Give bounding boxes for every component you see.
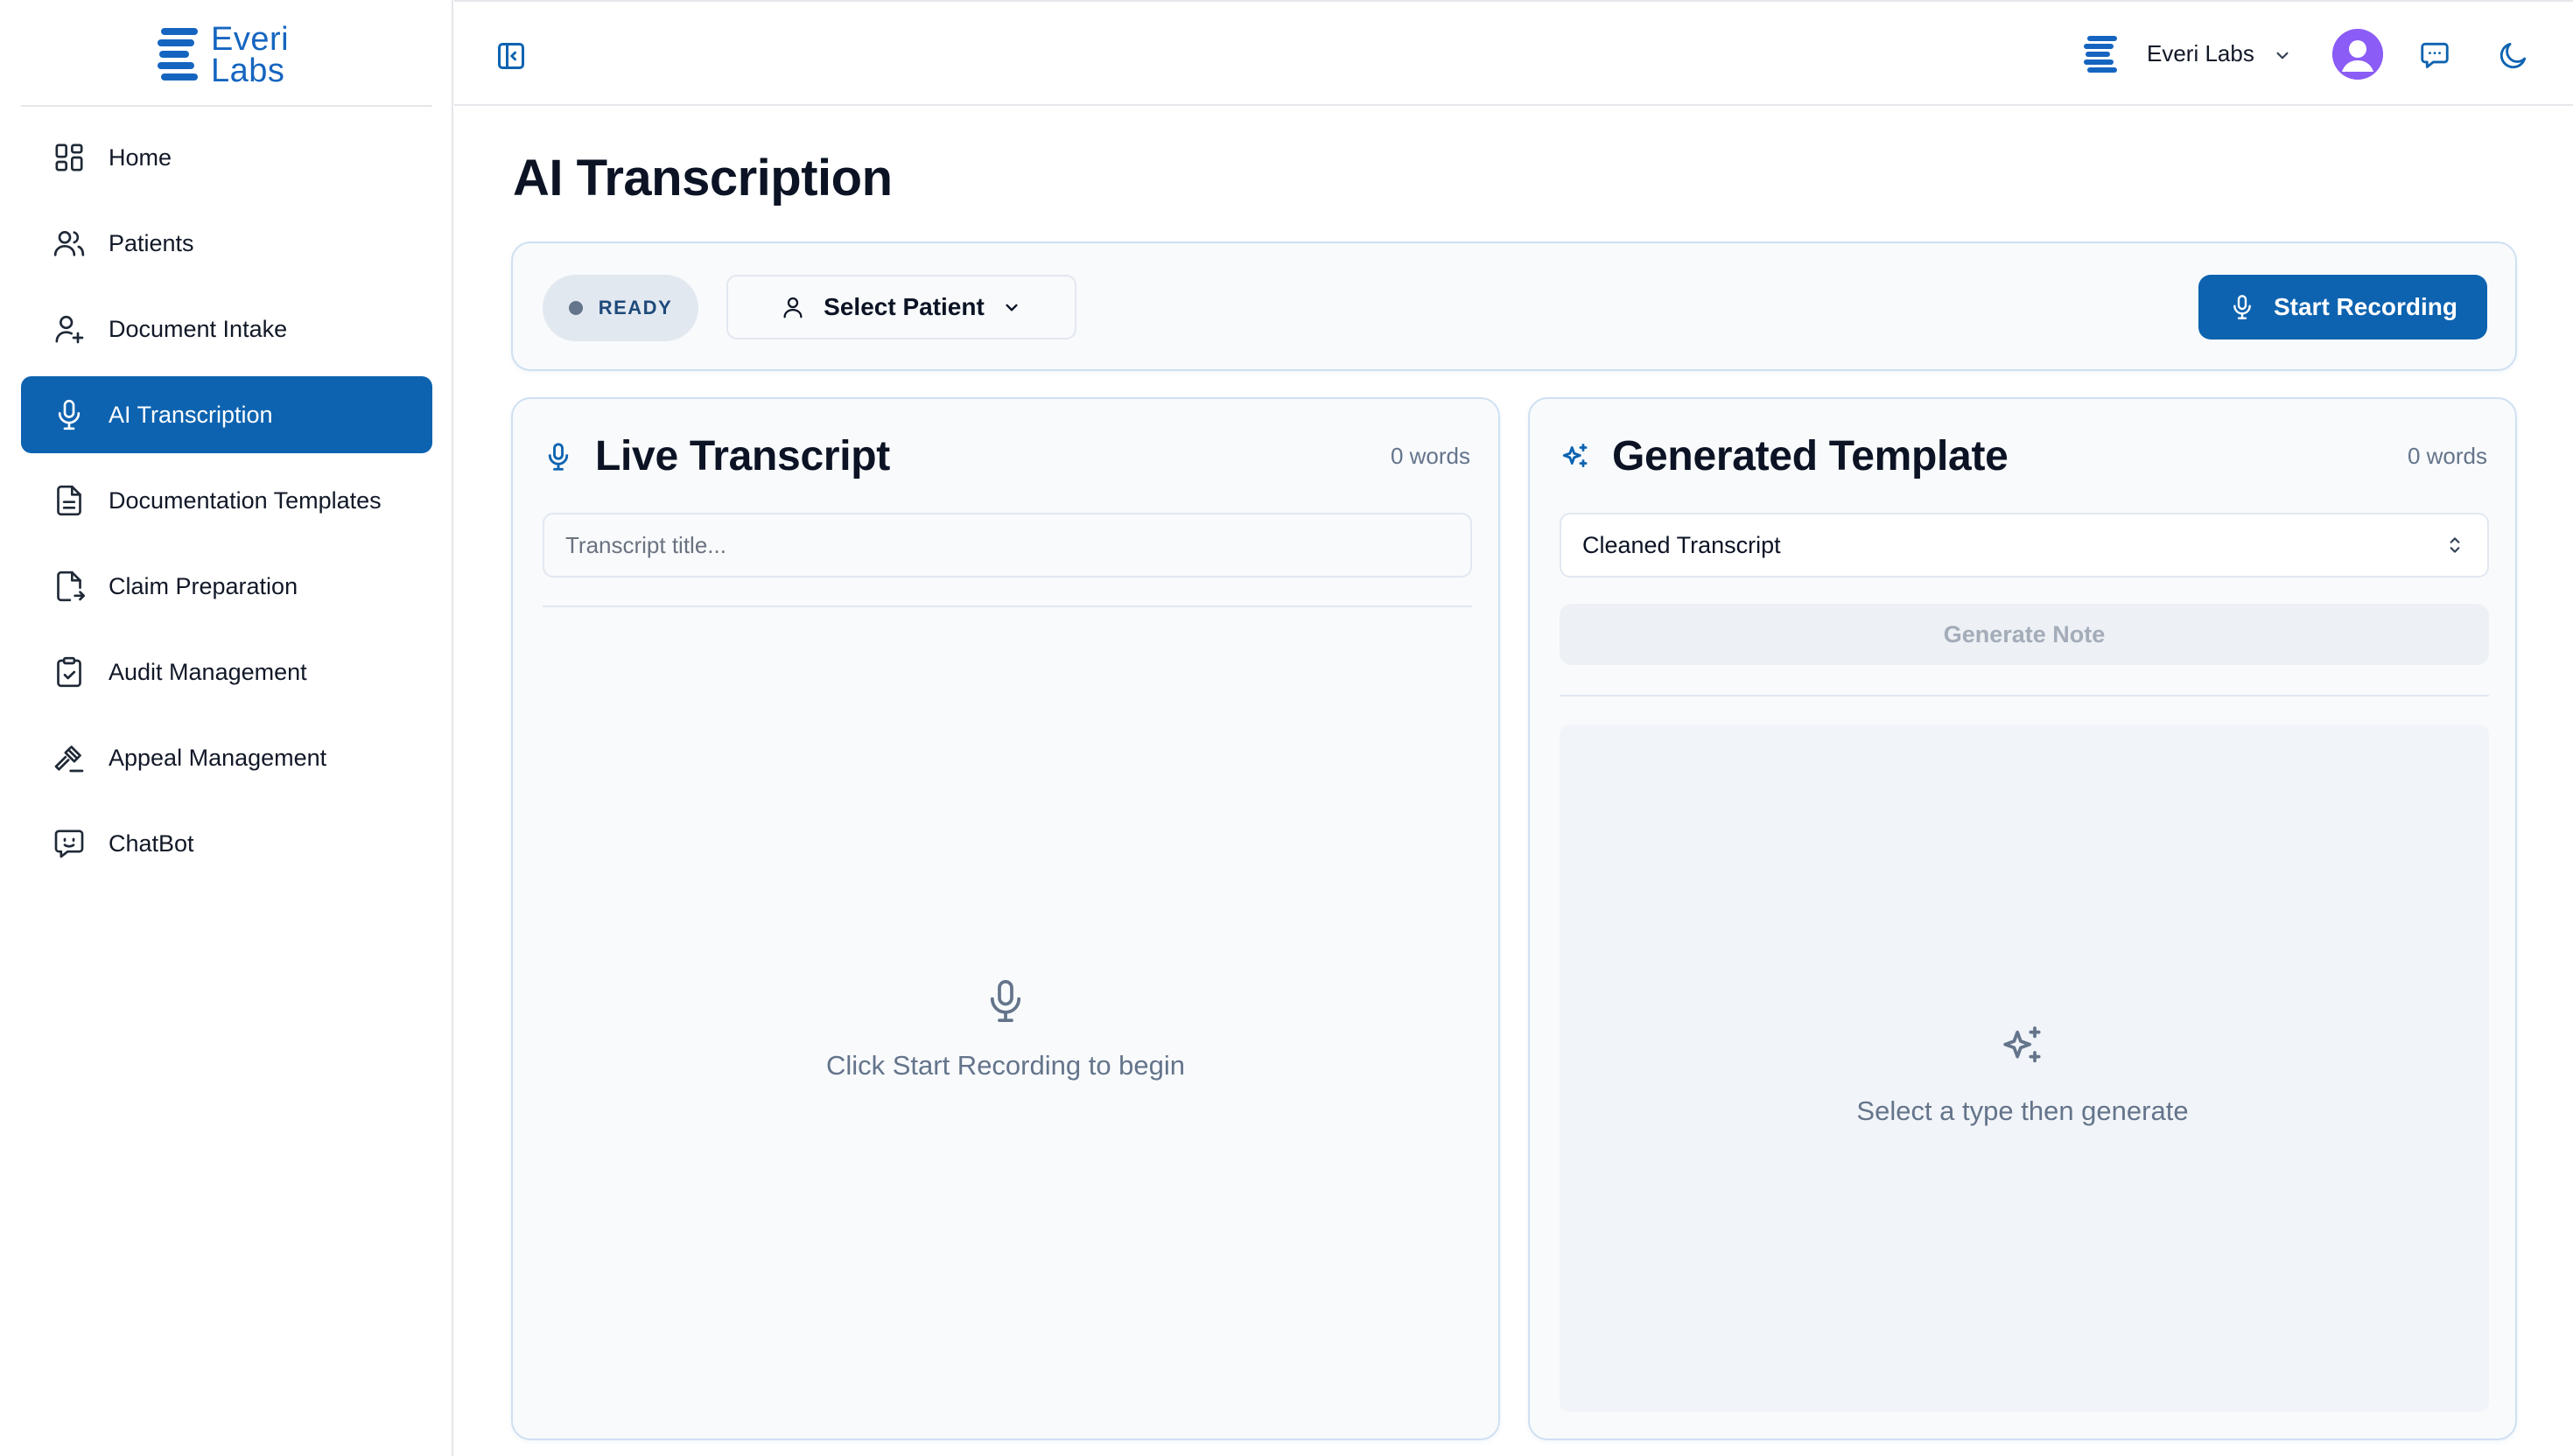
status-badge: READY: [543, 275, 698, 341]
sparkles-icon: [2003, 1026, 2041, 1063]
sparkles-icon: [1562, 444, 1588, 467]
generated-template-title: Generated Template: [1612, 433, 2009, 480]
sidebar-item-ai-transcription[interactable]: AI Transcription: [21, 376, 432, 453]
user-icon: [783, 297, 803, 318]
start-recording-button[interactable]: Start Recording: [2198, 275, 2487, 340]
org-switcher-label[interactable]: Everi Labs: [2147, 40, 2254, 67]
template-type-select[interactable]: Cleaned Transcript: [1560, 513, 2489, 578]
sidebar-item-label: AI Transcription: [109, 401, 273, 428]
layout-grid-icon: [51, 139, 88, 176]
generate-note-button[interactable]: Generate Note: [1560, 604, 2489, 665]
page-title: AI Transcription: [513, 150, 893, 206]
dark-mode-toggle-icon[interactable]: [2497, 38, 2530, 72]
avatar[interactable]: [2332, 29, 2383, 80]
sidebar: Everi Labs Home Patients Document Intake…: [0, 0, 453, 1456]
panel-divider: [543, 606, 1472, 607]
transcript-word-count: 0 words: [1390, 443, 1470, 469]
template-empty-state: Select a type then generate: [1530, 1022, 2515, 1127]
sidebar-item-appeal-management[interactable]: Appeal Management: [21, 719, 432, 796]
generate-note-label: Generate Note: [1943, 620, 2106, 648]
microphone-icon: [548, 443, 569, 471]
transcript-title-input[interactable]: [543, 513, 1472, 578]
microphone-icon: [990, 979, 1021, 1023]
chat-bot-icon: [51, 825, 88, 862]
org-logo-icon: [2084, 36, 2117, 73]
panel-divider: [1560, 695, 2489, 696]
sidebar-nav: Home Patients Document Intake AI Transcr…: [21, 119, 432, 891]
sidebar-item-label: Patients: [109, 229, 194, 256]
status-text: READY: [598, 297, 673, 318]
template-type-value: Cleaned Transcript: [1582, 531, 1781, 558]
live-transcript-title: Live Transcript: [595, 433, 890, 480]
logo-line-1: Everi: [211, 21, 290, 58]
chevron-down-icon[interactable]: [2271, 44, 2294, 66]
brand-logo[interactable]: Everi Labs: [0, 0, 453, 106]
sidebar-toggle-icon[interactable]: [495, 40, 527, 72]
chevron-down-icon: [1006, 304, 1018, 312]
status-dot: [568, 301, 583, 315]
start-recording-label: Start Recording: [2273, 293, 2458, 320]
transcript-empty-text: Click Start Recording to begin: [825, 1050, 1186, 1081]
everi-logo-icon: [158, 28, 198, 80]
sidebar-item-label: Claim Preparation: [109, 572, 298, 599]
logo-wordmark: Everi Labs: [211, 21, 290, 89]
template-word-count: 0 words: [2407, 443, 2487, 469]
live-transcript-panel: Live Transcript 0 words Click Start Reco…: [511, 397, 1500, 1440]
user-plus-icon: [51, 311, 88, 347]
chevron-up-down-icon: [2450, 537, 2460, 553]
file-text-icon: [51, 482, 88, 519]
topbar: Everi Labs: [454, 0, 2573, 106]
clipboard-check-icon: [51, 654, 88, 690]
microphone-icon: [2233, 295, 2251, 319]
logo-line-2: Labs: [211, 52, 285, 89]
messages-icon[interactable]: [2418, 38, 2451, 72]
template-empty-text: Select a type then generate: [1856, 1096, 2189, 1126]
sidebar-item-document-intake[interactable]: Document Intake: [21, 290, 432, 368]
users-icon: [51, 225, 88, 262]
select-patient-label: Select Patient: [824, 293, 985, 320]
sidebar-item-label: Document Intake: [109, 315, 288, 342]
sidebar-item-chatbot[interactable]: ChatBot: [21, 805, 432, 882]
sidebar-item-label: ChatBot: [109, 830, 194, 857]
recording-toolbar: READY Select Patient Start Recording: [511, 242, 2517, 371]
generated-template-panel: Generated Template 0 words Cleaned Trans…: [1528, 397, 2517, 1440]
sidebar-item-audit-management[interactable]: Audit Management: [21, 634, 432, 710]
file-export-icon: [51, 568, 88, 605]
sidebar-item-documentation-templates[interactable]: Documentation Templates: [21, 462, 432, 539]
sidebar-item-label: Documentation Templates: [109, 486, 382, 514]
sidebar-item-label: Audit Management: [109, 658, 307, 685]
transcript-empty-state: Click Start Recording to begin: [513, 976, 1498, 1082]
sidebar-item-label: Appeal Management: [109, 744, 327, 771]
sidebar-item-claim-preparation[interactable]: Claim Preparation: [21, 548, 432, 625]
sidebar-item-home[interactable]: Home: [21, 119, 432, 196]
sidebar-item-label: Home: [109, 144, 172, 171]
gavel-icon: [51, 739, 88, 776]
user-avatar-icon: [2332, 29, 2383, 80]
select-patient-dropdown[interactable]: Select Patient: [726, 275, 1076, 340]
microphone-icon: [51, 396, 88, 433]
sidebar-item-patients[interactable]: Patients: [21, 205, 432, 282]
sidebar-divider: [21, 105, 432, 107]
